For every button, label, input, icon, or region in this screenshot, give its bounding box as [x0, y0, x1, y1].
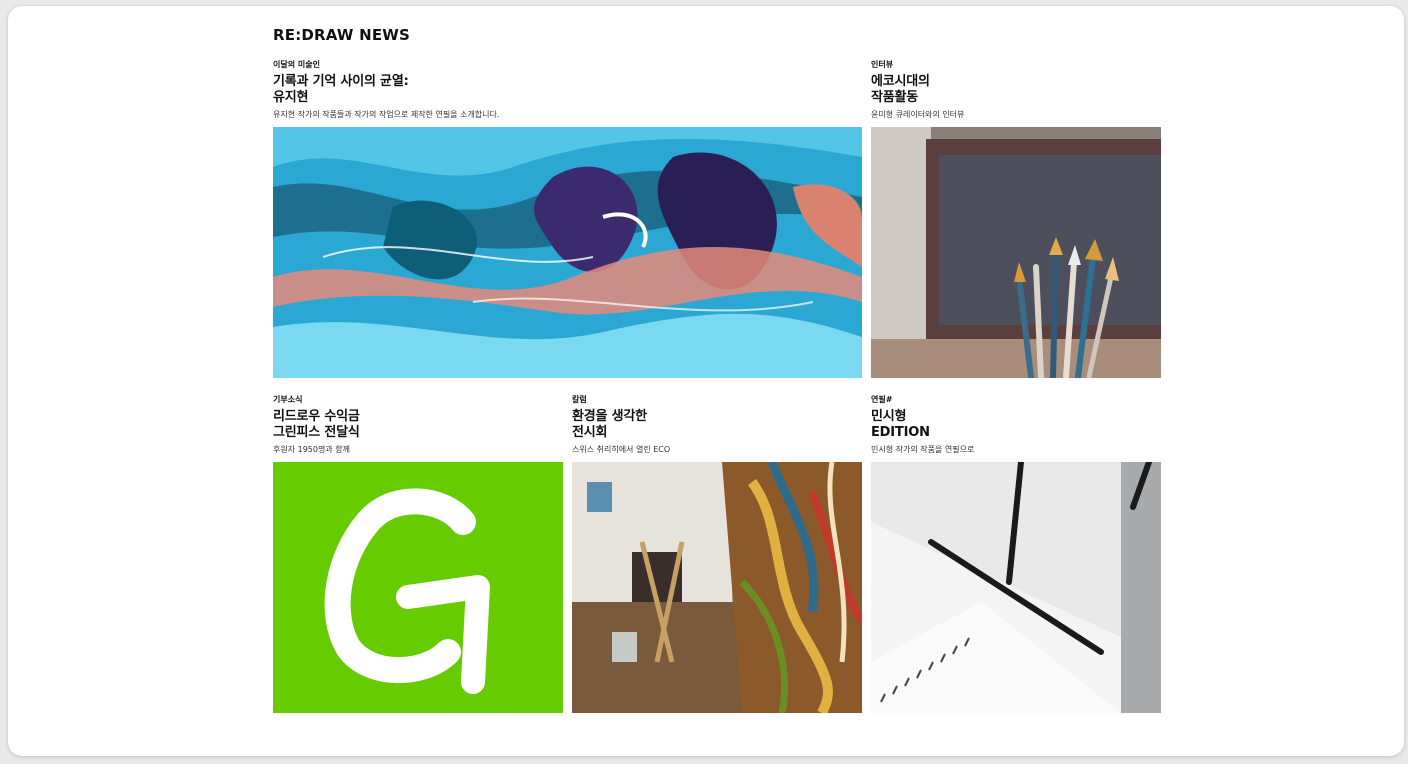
article-description: 스위스 취리히에서 열린 ECO — [572, 445, 671, 454]
article-description: 윤미형 큐레이터와의 인터뷰 — [871, 110, 965, 119]
article-card-featured[interactable]: 이달의 미술인 기록과 기억 사이의 균열: 유지현 유지현 작가의 작품들과 … — [273, 60, 863, 120]
article-description: 민시형 작가의 작품을 연필으로 — [871, 445, 975, 454]
article-card-edition[interactable]: 연필# 민시형 EDITION 민시형 작가의 작품을 연필으로 — [871, 395, 1161, 455]
article-description: 후원자 1950명과 함께 — [273, 445, 350, 454]
article-description: 유지현 작가의 작품들과 작가의 작업으로 제작한 연필을 소개합니다. — [273, 110, 500, 119]
article-category: 기부소식 — [273, 395, 303, 404]
article-title[interactable]: 기록과 기억 사이의 균열: 유지현 — [273, 74, 863, 106]
article-card-donation[interactable]: 기부소식 리드로우 수익금 그린피스 전달식 후원자 1950명과 함께 — [273, 395, 563, 455]
page-frame: RE:DRAW NEWS 이달의 미술인 기록과 기억 사이의 균열: 유지현 … — [8, 6, 1404, 756]
article-category: 인터뷰 — [871, 60, 894, 69]
article-title[interactable]: 민시형 EDITION — [871, 409, 1161, 441]
exhibition-painting-image[interactable] — [572, 462, 862, 713]
article-category: 연필# — [871, 395, 893, 404]
greenpeace-logo-image[interactable] — [273, 462, 563, 713]
article-category: 이달의 미술인 — [273, 60, 320, 69]
article-title[interactable]: 환경을 생각한 전시회 — [572, 409, 862, 441]
article-title[interactable]: 에코시대의 작품활동 — [871, 74, 1161, 106]
article-title[interactable]: 리드로우 수익금 그린피스 전달식 — [273, 409, 563, 441]
fluid-art-image[interactable] — [273, 127, 862, 378]
paint-brushes-image[interactable] — [871, 127, 1161, 378]
sketchbook-pencils-image[interactable] — [871, 462, 1161, 713]
article-card-interview[interactable]: 인터뷰 에코시대의 작품활동 윤미형 큐레이터와의 인터뷰 — [871, 60, 1161, 120]
article-card-column[interactable]: 칼럼 환경을 생각한 전시회 스위스 취리히에서 열린 ECO — [572, 395, 862, 455]
article-category: 칼럼 — [572, 395, 587, 404]
site-title[interactable]: RE:DRAW NEWS — [273, 26, 410, 44]
